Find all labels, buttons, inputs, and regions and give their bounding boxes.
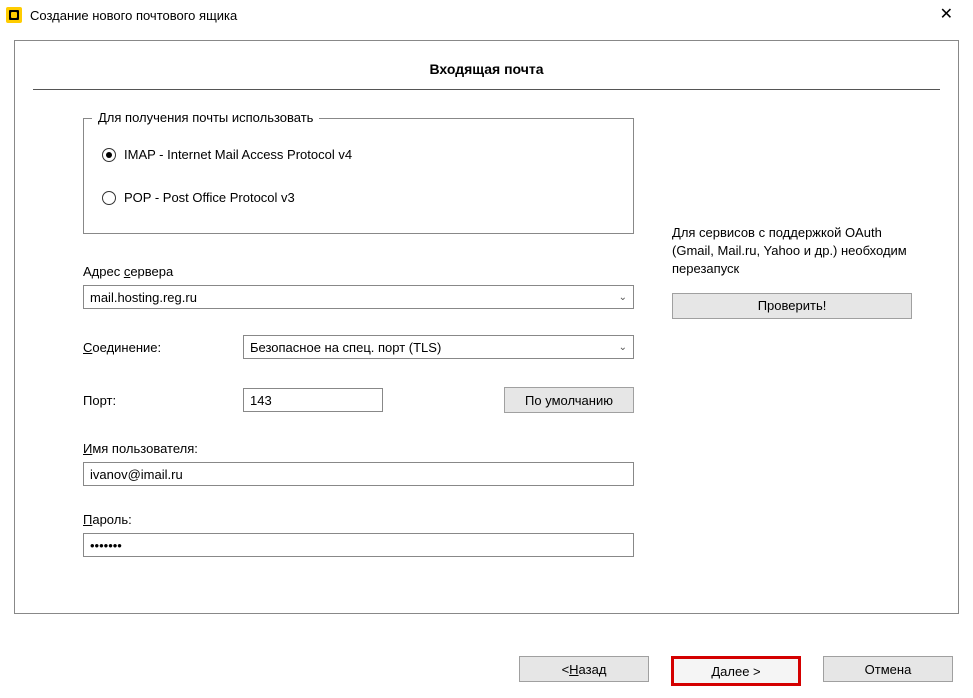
connection-label: Соединение: (83, 340, 223, 355)
server-address-value: mail.hosting.reg.ru (90, 290, 197, 305)
port-label: Порт: (83, 393, 223, 408)
window-title: Создание нового почтового ящика (30, 8, 237, 23)
radio-pop[interactable]: POP - Post Office Protocol v3 (102, 190, 615, 205)
radio-imap-label: IMAP - Internet Mail Access Protocol v4 (124, 147, 352, 162)
username-label: Имя пользователя: (83, 441, 634, 456)
radio-imap[interactable]: IMAP - Internet Mail Access Protocol v4 (102, 147, 615, 162)
username-input[interactable] (83, 462, 634, 486)
wizard-footer: < Назад Далее > Отмена (519, 656, 953, 686)
protocol-legend: Для получения почты использовать (92, 110, 319, 125)
password-input[interactable]: ••••••• (83, 533, 634, 557)
port-default-button[interactable]: По умолчанию (504, 387, 634, 413)
page-title: Входящая почта (15, 61, 958, 77)
chevron-down-icon: ⌄ (619, 292, 627, 303)
protocol-fieldset: Для получения почты использовать IMAP - … (83, 118, 634, 234)
cancel-button[interactable]: Отмена (823, 656, 953, 682)
wizard-frame: Входящая почта Для получения почты испол… (14, 40, 959, 614)
connection-value: Безопасное на спец. порт (TLS) (250, 340, 441, 355)
chevron-down-icon: ⌄ (619, 342, 627, 353)
close-icon[interactable]: ✕ (930, 3, 963, 27)
verify-button[interactable]: Проверить! (672, 293, 912, 319)
password-label: Пароль: (83, 512, 634, 527)
server-label: Адрес сервера (83, 264, 634, 279)
back-button[interactable]: < Назад (519, 656, 649, 682)
app-icon (6, 7, 22, 23)
radio-icon (102, 191, 116, 205)
radio-pop-label: POP - Post Office Protocol v3 (124, 190, 295, 205)
oauth-note: Для сервисов с поддержкой OAuth (Gmail, … (672, 224, 918, 279)
server-address-combo[interactable]: mail.hosting.reg.ru ⌄ (83, 285, 634, 309)
radio-icon (102, 148, 116, 162)
port-input[interactable] (243, 388, 383, 412)
connection-combo[interactable]: Безопасное на спец. порт (TLS) ⌄ (243, 335, 634, 359)
next-button[interactable]: Далее > (671, 656, 801, 686)
separator (33, 89, 940, 90)
